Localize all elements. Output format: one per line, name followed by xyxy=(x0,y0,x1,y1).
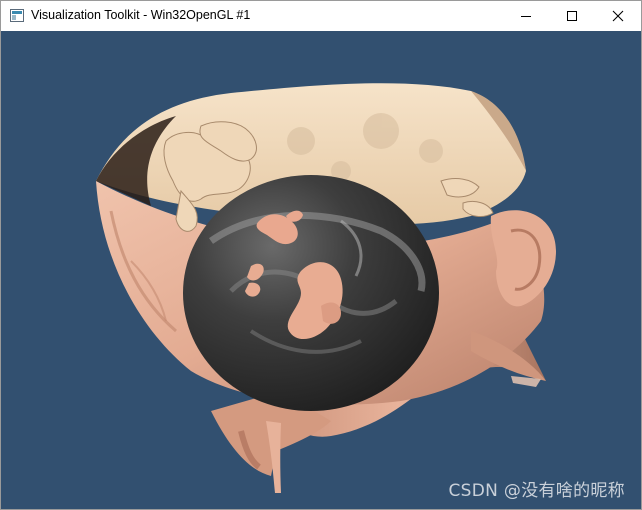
minimize-button[interactable] xyxy=(503,1,549,31)
app-window: Visualization Toolkit - Win32OpenGL #1 C… xyxy=(0,0,642,510)
minimize-icon xyxy=(521,16,531,17)
watermark-text: CSDN @没有啥的昵称 xyxy=(448,481,625,501)
head-rendering xyxy=(96,83,556,493)
vtk-app-icon xyxy=(10,9,24,22)
close-icon xyxy=(612,10,624,22)
sphere-slice xyxy=(183,175,439,411)
maximize-icon xyxy=(567,11,577,21)
render-viewport[interactable]: CSDN @没有啥的昵称 xyxy=(1,31,641,509)
close-button[interactable] xyxy=(595,1,641,31)
ear xyxy=(490,210,556,307)
maximize-button[interactable] xyxy=(549,1,595,31)
window-title: Visualization Toolkit - Win32OpenGL #1 xyxy=(31,8,251,22)
title-bar[interactable]: Visualization Toolkit - Win32OpenGL #1 xyxy=(1,1,641,31)
